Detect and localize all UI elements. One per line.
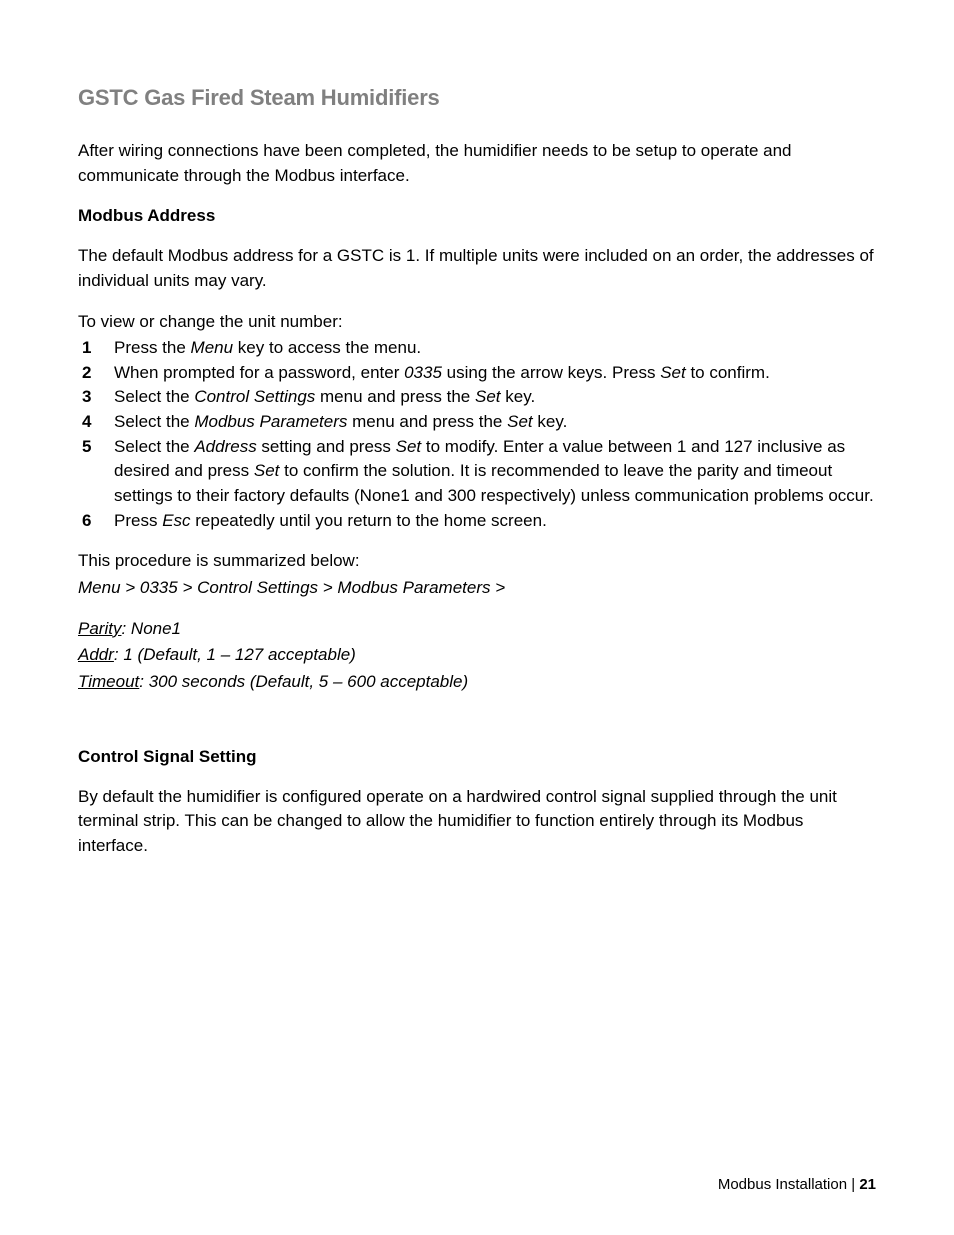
- step-text: Select the: [114, 387, 194, 406]
- step-text: Select the: [114, 437, 194, 456]
- step-number: 3: [82, 385, 91, 410]
- step-1: 1 Press the Menu key to access the menu.: [78, 336, 876, 361]
- summary-path: Menu > 0335 > Control Settings > Modbus …: [78, 576, 876, 601]
- step-text: Press the: [114, 338, 191, 357]
- modbus-default-paragraph: The default Modbus address for a GSTC is…: [78, 244, 876, 293]
- step-text: setting and press: [257, 437, 396, 456]
- step-number: 4: [82, 410, 91, 435]
- step-text: menu and press the: [315, 387, 475, 406]
- summary-lead: This procedure is summarized below:: [78, 549, 876, 574]
- steps-list: 1 Press the Menu key to access the menu.…: [78, 336, 876, 533]
- step-5: 5 Select the Address setting and press S…: [78, 435, 876, 509]
- param-value: : None1: [121, 619, 181, 638]
- step-text: using the arrow keys. Press: [442, 363, 660, 382]
- step-text: menu and press the: [347, 412, 507, 431]
- step-text: key to access the menu.: [233, 338, 421, 357]
- view-change-lead: To view or change the unit number:: [78, 310, 876, 335]
- step-2: 2 When prompted for a password, enter 03…: [78, 361, 876, 386]
- param-label: Parity: [78, 619, 121, 638]
- page-footer: Modbus Installation | 21: [718, 1176, 876, 1193]
- modbus-address-heading: Modbus Address: [78, 206, 876, 226]
- param-parity: Parity: None1: [78, 617, 876, 642]
- step-key: Set: [396, 437, 422, 456]
- step-number: 6: [82, 509, 91, 534]
- step-6: 6 Press Esc repeatedly until you return …: [78, 509, 876, 534]
- step-key: Set: [475, 387, 501, 406]
- param-value: : 1 (Default, 1 – 127 acceptable): [114, 645, 356, 664]
- step-text: key.: [533, 412, 568, 431]
- step-text: to confirm.: [686, 363, 770, 382]
- step-text: Press: [114, 511, 162, 530]
- param-addr: Addr: 1 (Default, 1 – 127 acceptable): [78, 643, 876, 668]
- page-number: 21: [859, 1176, 876, 1193]
- step-text: key.: [501, 387, 536, 406]
- step-number: 2: [82, 361, 91, 386]
- step-code: 0335: [404, 363, 442, 382]
- step-key: Set: [660, 363, 686, 382]
- step-text: When prompted for a password, enter: [114, 363, 404, 382]
- control-signal-heading: Control Signal Setting: [78, 747, 876, 767]
- step-key: Set: [254, 461, 280, 480]
- step-4: 4 Select the Modbus Parameters menu and …: [78, 410, 876, 435]
- control-signal-paragraph: By default the humidifier is configured …: [78, 785, 876, 859]
- section-title: GSTC Gas Fired Steam Humidifiers: [78, 85, 876, 111]
- param-value: : 300 seconds (Default, 5 – 600 acceptab…: [139, 672, 468, 691]
- step-3: 3 Select the Control Settings menu and p…: [78, 385, 876, 410]
- param-label: Timeout: [78, 672, 139, 691]
- step-number: 5: [82, 435, 91, 460]
- param-timeout: Timeout: 300 seconds (Default, 5 – 600 a…: [78, 670, 876, 695]
- step-text: repeatedly until you return to the home …: [191, 511, 547, 530]
- step-key: Menu: [191, 338, 234, 357]
- footer-label: Modbus Installation |: [718, 1176, 859, 1193]
- step-key: Esc: [162, 511, 190, 530]
- step-setting: Address: [194, 437, 256, 456]
- step-key: Set: [507, 412, 533, 431]
- param-label: Addr: [78, 645, 114, 664]
- step-menu: Modbus Parameters: [194, 412, 347, 431]
- step-menu: Control Settings: [194, 387, 315, 406]
- step-text: Select the: [114, 412, 194, 431]
- step-number: 1: [82, 336, 91, 361]
- intro-paragraph: After wiring connections have been compl…: [78, 139, 876, 188]
